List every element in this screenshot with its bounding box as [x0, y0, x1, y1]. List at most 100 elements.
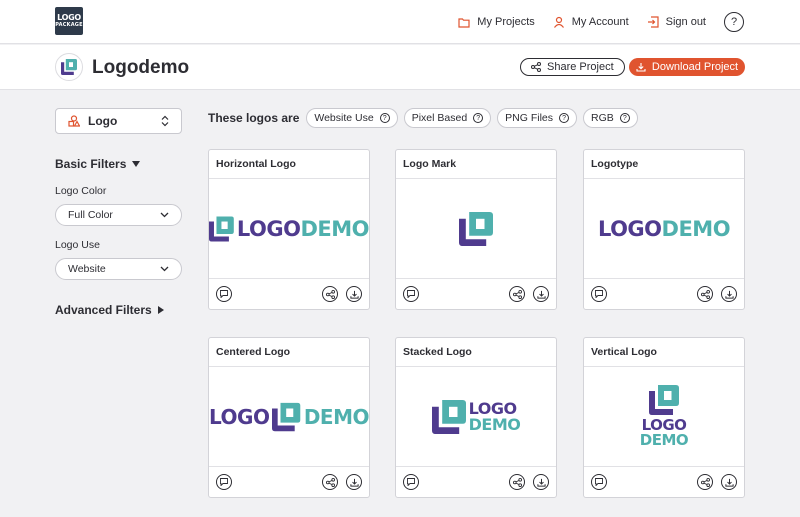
brand-line-2: PACKAGE [55, 22, 83, 28]
comment-button[interactable] [403, 474, 419, 490]
download-button[interactable] [346, 474, 362, 490]
card-title: Centered Logo [209, 338, 369, 367]
logo-wordmark: LOGODEMO [597, 216, 731, 241]
usage-filters: These logos are Website Use? Pixel Based… [208, 108, 644, 128]
comment-icon [595, 478, 603, 486]
logo-card-stacked[interactable]: Stacked Logo LOGO DEMO [395, 337, 557, 498]
logo-preview[interactable]: LOGO DEMO [209, 367, 370, 467]
download-icon [349, 290, 359, 299]
share-icon [325, 477, 335, 487]
wordmark-part-2: DEMO [468, 414, 521, 434]
logo-preview[interactable]: LOGODEMO [584, 367, 744, 467]
share-button[interactable] [322, 286, 338, 302]
nav-links: My Projects My Account Sign out ? [440, 0, 744, 44]
download-icon [724, 290, 734, 299]
logo-mark-icon [209, 213, 234, 245]
top-nav: LOGO PACKAGE My Projects My Account Sign… [0, 0, 800, 44]
folder-icon [458, 17, 470, 28]
card-title: Stacked Logo [396, 338, 556, 367]
share-button[interactable] [697, 474, 713, 490]
logo-card-horizontal[interactable]: Horizontal Logo LOGODEMO [208, 149, 370, 310]
share-button[interactable] [697, 286, 713, 302]
logo-use-dropdown[interactable]: Website [55, 258, 182, 280]
comment-button[interactable] [216, 474, 232, 490]
my-account-label: My Account [571, 16, 629, 28]
card-footer [209, 467, 369, 497]
asset-type-label: Logo [88, 114, 118, 128]
logo-mark-icon [459, 212, 493, 246]
logo-use-label: Logo Use [55, 239, 100, 251]
pill-pixel-based[interactable]: Pixel Based? [403, 108, 492, 128]
asset-type-select[interactable]: Logo [55, 108, 182, 134]
logo-wordmark-right: DEMO [304, 405, 370, 429]
logo-preview[interactable]: LOGODEMO [209, 179, 369, 279]
sign-out-link[interactable]: Sign out [647, 16, 706, 28]
logo-preview[interactable] [396, 179, 556, 279]
logo-package-logo[interactable]: LOGO PACKAGE [55, 7, 83, 35]
download-button[interactable] [533, 474, 549, 490]
pill-website-use[interactable]: Website Use? [306, 108, 398, 128]
share-button[interactable] [322, 474, 338, 490]
my-projects-link[interactable]: My Projects [458, 16, 535, 28]
logo-card-vertical[interactable]: Vertical Logo LOGO DEMO [583, 337, 745, 498]
logo-preview[interactable]: LOGODEMO [396, 367, 556, 467]
info-icon[interactable]: ? [379, 113, 390, 123]
download-project-button[interactable]: Download Project [629, 58, 745, 76]
download-button[interactable] [721, 286, 737, 302]
project-title: Logodemo [92, 57, 190, 78]
share-project-button[interactable]: Share Project [520, 58, 625, 76]
share-icon [512, 289, 522, 299]
download-icon [724, 478, 734, 487]
caret-down-icon [132, 161, 141, 167]
help-button[interactable]: ? [724, 12, 744, 32]
logo-card-logotype[interactable]: Logotype LOGODEMO [583, 149, 745, 310]
share-button[interactable] [509, 286, 525, 302]
logo-card-mark[interactable]: Logo Mark [395, 149, 557, 310]
pill-label: Pixel Based [411, 112, 468, 124]
logo-card-centered[interactable]: Centered Logo LOGO DEMO [208, 337, 370, 498]
comment-icon [220, 478, 228, 486]
comment-button[interactable] [216, 286, 232, 302]
basic-filters-title: Basic Filters [55, 157, 127, 171]
project-avatar [55, 53, 83, 81]
sign-out-icon [647, 16, 659, 28]
info-icon[interactable]: ? [473, 113, 484, 123]
download-icon [636, 63, 646, 72]
pill-rgb[interactable]: RGB? [583, 108, 638, 128]
logo-color-label: Logo Color [55, 185, 107, 197]
my-account-link[interactable]: My Account [553, 16, 629, 28]
pill-png-files[interactable]: PNG Files? [497, 108, 578, 128]
download-button[interactable] [346, 286, 362, 302]
info-icon[interactable]: ? [619, 113, 630, 123]
info-icon[interactable]: ? [559, 113, 570, 123]
chevron-down-icon [160, 266, 169, 272]
shapes-icon [68, 115, 80, 127]
wordmark-part-2: DEMO [661, 216, 731, 241]
card-title: Vertical Logo [584, 338, 744, 367]
share-icon [325, 289, 335, 299]
pill-label: Website Use [314, 112, 374, 124]
comment-button[interactable] [403, 286, 419, 302]
download-icon [536, 478, 546, 487]
download-button[interactable] [721, 474, 737, 490]
pill-label: RGB [591, 112, 614, 124]
card-title: Logotype [584, 150, 744, 179]
download-button[interactable] [533, 286, 549, 302]
logo-mark-icon [649, 385, 679, 415]
basic-filters-toggle[interactable]: Basic Filters [55, 157, 141, 171]
wordmark-part-1: LOGO [236, 216, 301, 241]
comment-button[interactable] [591, 286, 607, 302]
comment-button[interactable] [591, 474, 607, 490]
wordmark-part-1: LOGO [597, 216, 662, 241]
logo-wordmark-left: LOGO [209, 405, 270, 429]
advanced-filters-toggle[interactable]: Advanced Filters [55, 303, 164, 317]
download-project-label: Download Project [651, 61, 739, 73]
logo-use-value: Website [68, 263, 106, 275]
logo-color-value: Full Color [68, 209, 113, 221]
up-down-chevron-icon [161, 115, 169, 127]
logo-color-dropdown[interactable]: Full Color [55, 204, 182, 226]
logo-preview[interactable]: LOGODEMO [584, 179, 744, 279]
wordmark-part-2: DEMO [300, 216, 369, 241]
share-button[interactable] [509, 474, 525, 490]
logo-wordmark: LOGODEMO [236, 216, 370, 241]
